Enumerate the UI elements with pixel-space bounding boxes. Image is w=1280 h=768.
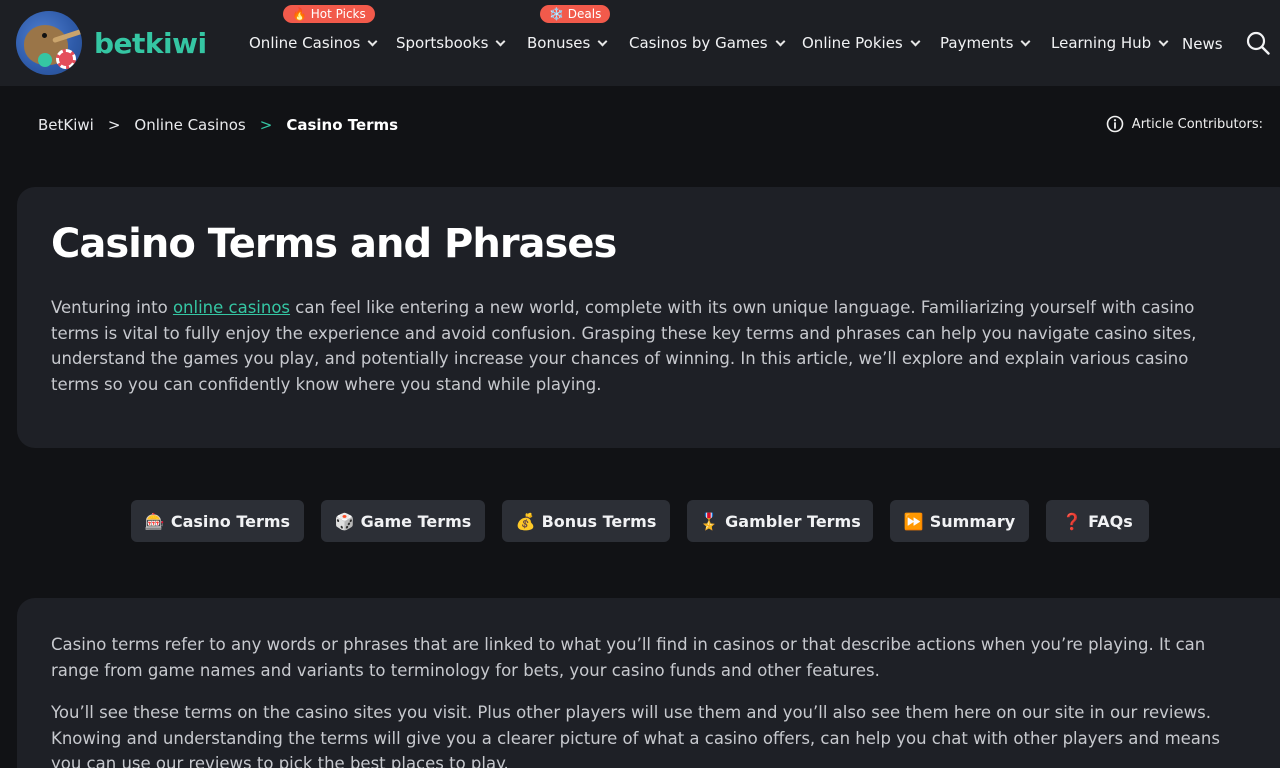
pill-label: Game Terms: [360, 511, 472, 531]
kiwi-logo-icon: [16, 11, 82, 75]
breadcrumb-online-casinos[interactable]: Online Casinos: [134, 116, 245, 134]
pill-summary[interactable]: ⏩ Summary: [890, 500, 1029, 542]
content-card: Casino terms refer to any words or phras…: [17, 598, 1280, 768]
intro-text-before: Venturing into: [51, 298, 173, 317]
nav-label: Casinos by Games: [629, 34, 768, 52]
body-paragraph: Casino terms refer to any words or phras…: [51, 635, 1206, 680]
medal-icon: 🎖️: [699, 511, 720, 531]
intro-paragraph: Venturing into online casinos can feel l…: [51, 295, 1231, 397]
pill-bonus-terms[interactable]: 💰 Bonus Terms: [502, 500, 670, 542]
breadcrumb-separator: >: [107, 116, 121, 134]
section-nav: 🎰 Casino Terms 🎲 Game Terms 💰 Bonus Term…: [0, 500, 1280, 542]
nav-sportsbooks[interactable]: Sportsbooks: [396, 31, 506, 55]
pill-label: Gambler Terms: [725, 511, 861, 531]
pill-casino-terms[interactable]: 🎰 Casino Terms: [131, 500, 304, 542]
online-casinos-link[interactable]: online casinos: [173, 298, 290, 317]
deals-badge: ❄️ Deals: [540, 5, 611, 23]
logo-text: betkiwi: [94, 26, 207, 60]
chevron-down-icon: [496, 36, 506, 47]
money-bag-icon: 💰: [515, 511, 536, 531]
nav-label: Bonuses: [527, 34, 591, 52]
pill-label: FAQs: [1088, 511, 1133, 531]
slot-machine-icon: 🎰: [144, 511, 165, 531]
nav-label: Payments: [940, 34, 1014, 52]
pill-label: Summary: [929, 511, 1016, 531]
chevron-down-icon: [597, 36, 608, 47]
question-mark-icon: ❓: [1062, 511, 1083, 531]
nav-label: Online Casinos: [249, 34, 361, 52]
pill-faqs[interactable]: ❓ FAQs: [1046, 500, 1149, 542]
chevron-down-icon: [775, 36, 786, 47]
chevron-down-icon: [910, 36, 921, 47]
nav-payments[interactable]: Payments: [940, 31, 1031, 55]
breadcrumb-separator: >: [259, 116, 273, 134]
nav-label: Sportsbooks: [396, 34, 489, 52]
breadcrumb-home[interactable]: BetKiwi: [38, 116, 94, 134]
nav-casinos-by-games[interactable]: Casinos by Games: [629, 31, 786, 55]
nav-online-casinos[interactable]: Online Casinos: [249, 31, 378, 55]
hot-picks-badge: 🔥 Hot Picks: [283, 5, 375, 23]
breadcrumb-current: Casino Terms: [286, 116, 399, 134]
breadcrumb: BetKiwi > Online Casinos > Casino Terms: [38, 114, 398, 136]
info-icon: [1106, 115, 1124, 133]
pill-gambler-terms[interactable]: 🎖️ Gambler Terms: [687, 500, 873, 542]
nav-news[interactable]: News: [1182, 32, 1223, 56]
body-paragraph: You’ll see these terms on the casino sit…: [51, 703, 1220, 768]
pill-label: Casino Terms: [170, 511, 291, 531]
article-contributors[interactable]: Article Contributors:: [1106, 114, 1263, 134]
search-icon[interactable]: [1246, 31, 1270, 55]
chevron-down-icon: [1021, 36, 1031, 47]
contributors-label: Article Contributors:: [1131, 116, 1263, 132]
chevron-down-icon: [367, 36, 378, 47]
nav-label: News: [1182, 35, 1223, 53]
hero-card: Casino Terms and Phrases Venturing into …: [17, 187, 1280, 448]
page-title: Casino Terms and Phrases: [51, 221, 617, 267]
chevron-down-icon: [1158, 36, 1169, 47]
nav-bonuses[interactable]: Bonuses: [527, 31, 608, 55]
site-header: betkiwi 🔥 Hot Picks Online Casinos Sport…: [0, 0, 1280, 86]
nav-learning-hub[interactable]: Learning Hub: [1051, 31, 1169, 55]
pill-label: Bonus Terms: [541, 511, 657, 531]
dice-icon: 🎲: [334, 511, 355, 531]
fast-forward-icon: ⏩: [903, 511, 924, 531]
nav-label: Online Pokies: [802, 34, 903, 52]
nav-online-pokies[interactable]: Online Pokies: [802, 31, 921, 55]
site-logo[interactable]: betkiwi: [16, 10, 207, 76]
pill-game-terms[interactable]: 🎲 Game Terms: [321, 500, 485, 542]
nav-label: Learning Hub: [1051, 34, 1152, 52]
